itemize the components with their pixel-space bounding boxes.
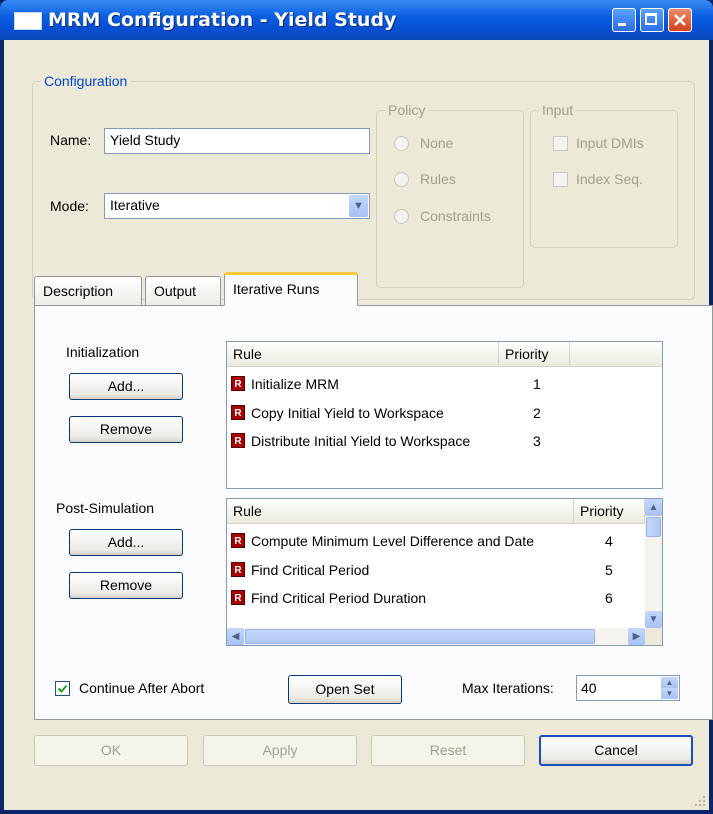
rule-name: Distribute Initial Yield to Workspace <box>251 433 471 449</box>
post-simulation-rule-list[interactable]: Rule Priority R Compute Minimum Level Di… <box>226 498 663 646</box>
index-seq-checkbox[interactable] <box>553 172 568 187</box>
table-row[interactable]: R Compute Minimum Level Difference and D… <box>227 528 645 554</box>
table-row[interactable]: R Distribute Initial Yield to Workspace … <box>227 428 662 454</box>
close-button[interactable] <box>668 8 692 32</box>
index-seq-label: Index Seq. <box>576 171 643 187</box>
policy-rules-radio[interactable] <box>394 172 409 187</box>
tab-output[interactable]: Output <box>145 276 221 306</box>
dialog-client-area: Configuration Name: Yield Study Mode: It… <box>4 40 713 810</box>
policy-constraints-radio[interactable] <box>394 209 409 224</box>
reset-button[interactable]: Reset <box>371 735 525 766</box>
scrollbar-corner <box>645 628 662 645</box>
rule-priority: 6 <box>605 590 613 606</box>
ok-button[interactable]: OK <box>34 735 188 766</box>
post-list-header: Rule Priority <box>227 499 645 524</box>
init-add-button[interactable]: Add... <box>69 373 183 400</box>
rule-priority: 1 <box>533 376 541 392</box>
rule-name: Compute Minimum Level Difference and Dat… <box>251 533 534 549</box>
horizontal-scrollbar[interactable]: ◀ ▶ <box>227 628 645 645</box>
rule-icon: R <box>231 562 245 577</box>
policy-group-label: Policy <box>385 102 429 118</box>
window-icon <box>14 12 42 30</box>
checkmark-icon <box>57 684 68 693</box>
rule-icon: R <box>231 433 245 448</box>
scroll-left-icon[interactable]: ◀ <box>227 628 244 645</box>
tab-iterative-runs[interactable]: Iterative Runs <box>224 272 358 306</box>
post-col-rule[interactable]: Rule <box>227 499 574 523</box>
scroll-up-icon[interactable]: ▲ <box>645 499 662 516</box>
tab-description-label: Description <box>43 283 114 299</box>
initialization-rule-list[interactable]: Rule Priority R Initialize MRM 1 R Copy … <box>226 341 663 489</box>
rule-icon: R <box>231 533 245 548</box>
tab-output-label: Output <box>154 283 197 299</box>
chevron-down-icon[interactable]: ▼ <box>349 195 368 217</box>
max-iterations-stepper[interactable]: 40 ▲ ▼ <box>576 675 680 701</box>
init-remove-button[interactable]: Remove <box>69 416 183 443</box>
name-input-value: Yield Study <box>110 132 181 148</box>
table-row[interactable]: R Find Critical Period Duration 6 <box>227 585 645 611</box>
max-iterations-label: Max Iterations: <box>462 680 554 696</box>
table-row[interactable]: R Copy Initial Yield to Workspace 2 <box>227 400 662 426</box>
rule-name: Initialize MRM <box>251 376 339 392</box>
open-set-button[interactable]: Open Set <box>288 675 402 704</box>
apply-button[interactable]: Apply <box>203 735 357 766</box>
name-input[interactable]: Yield Study <box>104 128 370 154</box>
rule-name: Copy Initial Yield to Workspace <box>251 405 444 421</box>
horizontal-scroll-thumb[interactable] <box>245 629 595 644</box>
init-col-priority[interactable]: Priority <box>499 342 570 366</box>
configuration-group-label: Configuration <box>41 73 131 89</box>
maximize-icon <box>645 13 657 25</box>
post-col-priority[interactable]: Priority <box>574 499 645 523</box>
initialization-list-header: Rule Priority <box>227 342 662 367</box>
dialog-window: MRM Configuration - Yield Study Configur… <box>0 0 713 814</box>
mode-select[interactable]: Iterative ▼ <box>104 193 370 219</box>
mode-select-value: Iterative <box>110 197 160 213</box>
post-add-button[interactable]: Add... <box>69 529 183 556</box>
post-simulation-label: Post-Simulation <box>56 500 155 516</box>
tab-description[interactable]: Description <box>34 276 142 306</box>
minimize-button[interactable] <box>612 8 636 32</box>
initialization-label: Initialization <box>66 344 140 360</box>
rule-icon: R <box>231 405 245 420</box>
stepper-down-icon[interactable]: ▼ <box>661 688 678 699</box>
continue-after-abort-checkbox[interactable] <box>55 681 70 696</box>
rule-name: Find Critical Period <box>251 562 370 578</box>
rule-icon: R <box>231 376 245 391</box>
input-dmis-checkbox[interactable] <box>553 136 568 151</box>
minimize-icon <box>618 23 626 26</box>
vertical-scrollbar[interactable]: ▲ ▼ <box>645 499 662 628</box>
input-dmis-label: Input DMIs <box>576 135 644 151</box>
rule-icon: R <box>231 590 245 605</box>
resize-grip-icon[interactable] <box>693 794 707 808</box>
cancel-button[interactable]: Cancel <box>539 735 693 766</box>
tab-iterative-runs-label: Iterative Runs <box>233 281 320 297</box>
policy-none-radio[interactable] <box>394 136 409 151</box>
rule-priority: 2 <box>533 405 541 421</box>
max-iterations-value: 40 <box>581 680 597 696</box>
policy-none-label: None <box>420 135 454 151</box>
close-icon <box>674 14 686 26</box>
scroll-right-icon[interactable]: ▶ <box>628 628 645 645</box>
mode-label: Mode: <box>50 198 89 214</box>
window-title: MRM Configuration - Yield Study <box>48 9 397 31</box>
vertical-scroll-thumb[interactable] <box>646 517 661 537</box>
table-row[interactable]: R Find Critical Period 5 <box>227 557 645 583</box>
rule-name: Find Critical Period Duration <box>251 590 427 606</box>
policy-constraints-label: Constraints <box>420 208 491 224</box>
maximize-button[interactable] <box>640 8 664 32</box>
input-group-label: Input <box>539 102 577 118</box>
stepper-up-icon[interactable]: ▲ <box>661 677 678 688</box>
title-bar[interactable]: MRM Configuration - Yield Study <box>0 0 713 40</box>
scroll-down-icon[interactable]: ▼ <box>645 611 662 628</box>
rule-priority: 4 <box>605 533 613 549</box>
post-remove-button[interactable]: Remove <box>69 572 183 599</box>
continue-after-abort-label: Continue After Abort <box>79 680 205 696</box>
init-col-rule[interactable]: Rule <box>227 342 499 366</box>
rule-priority: 3 <box>533 433 541 449</box>
policy-rules-label: Rules <box>420 171 456 187</box>
rule-priority: 5 <box>605 562 613 578</box>
name-label: Name: <box>50 132 92 148</box>
table-row[interactable]: R Initialize MRM 1 <box>227 371 662 397</box>
